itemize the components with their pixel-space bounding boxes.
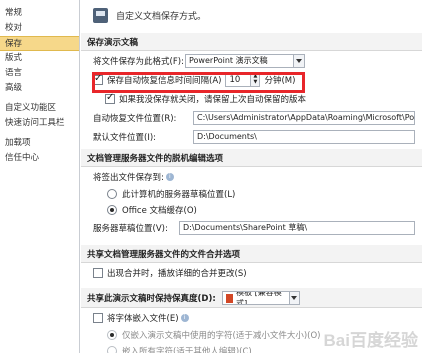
sidebar-item-trust-center[interactable]: 信任中心 [0,151,79,166]
merge-label: 出现合并时，播放详细的合并更改(S) [107,268,247,279]
info-icon: i [165,172,174,181]
drafts-location-input[interactable]: D:\Documents\SharePoint 草稿\ [179,220,415,235]
merge-checkbox[interactable] [93,267,103,278]
embed-fonts-row: 将字体嵌入文件(E) i [81,308,422,327]
option-server-label: 此计算机的服务器草稿位置(L) [122,190,236,200]
embed-all-label: 嵌入所有字符(适于其他人编辑)(C) [122,347,252,353]
section-title-offline: 文档管理服务器文件的脱机编辑选项 [81,149,422,167]
option-cache-label: Office 文档缓存(O) [122,206,197,216]
embed-fonts-label: 将字体嵌入文件(E) [107,313,179,324]
sidebar-item-quick-access-toolbar[interactable]: 快速访问工具栏 [0,116,79,131]
autorecover-location-label: 自动恢复文件位置(R): [93,113,177,124]
keep-last-label: 如果我没保存就关闭，请保留上次自动保留的版本 [119,94,307,105]
save-options-panel: 自定义文档保存方式。 保存演示文稿 将文件保存为此格式(F): PowerPoi… [81,0,422,353]
drafts-location-row: 服务器草稿位置(V): D:\Documents\SharePoint 草稿\ [81,218,422,237]
save-to-label: 将签出文件保存到: [93,172,164,183]
section-title-merge: 共享文档管理服务器文件的文件合并选项 [81,245,422,263]
powerpoint-doc-icon [225,293,234,303]
fidelity-select[interactable]: 模板 [兼容模式] [221,291,300,305]
panel-header-text: 自定义文档保存方式。 [116,11,207,22]
fidelity-select-value: 模板 [兼容模式] [236,291,282,305]
section-title-save: 保存演示文稿 [81,33,422,51]
sidebar-item-advanced[interactable]: 高级 [0,81,79,96]
panel-header: 自定义文档保存方式。 [81,0,422,30]
radio-server-drafts[interactable] [107,189,117,199]
radio-embed-subset[interactable] [107,330,117,340]
autorecover-location-row: 自动恢复文件位置(R): C:\Users\Administrator\AppD… [81,108,422,127]
options-sidebar: 常规 校对 保存 版式 语言 高级 自定义功能区 快速访问工具栏 加载项 信任中… [0,0,80,353]
section-title-fidelity: 共享此演示文稿时保持保真度(D): 模板 [兼容模式] [81,288,422,308]
option-server-row: 此计算机的服务器草稿位置(L) [81,186,422,202]
chevron-down-icon[interactable] [288,292,299,304]
sidebar-item-proofing[interactable]: 校对 [0,21,79,36]
highlight-annotation [92,72,305,93]
format-select-value: PowerPoint 演示文稿 [189,56,268,65]
autorecover-location-input[interactable]: C:\Users\Administrator\AppData\Roaming\M… [193,110,415,125]
sidebar-item-addins[interactable]: 加载项 [0,136,79,151]
merge-row: 出现合并时，播放详细的合并更改(S) [81,263,422,282]
embed-fonts-checkbox[interactable] [93,312,103,323]
format-row: 将文件保存为此格式(F): PowerPoint 演示文稿 [81,51,422,70]
format-select[interactable]: PowerPoint 演示文稿 [185,53,305,68]
format-label: 将文件保存为此格式(F): [93,56,184,67]
sidebar-item-language[interactable]: 语言 [0,66,79,81]
embed-subset-label: 仅嵌入演示文稿中使用的字符(适于减小文件大小)(O) [122,331,321,341]
keep-last-checkbox[interactable] [105,92,115,104]
chevron-down-icon[interactable] [293,54,304,67]
info-icon: i [180,313,189,322]
default-location-label: 默认文件位置(I): [93,132,157,143]
radio-embed-all[interactable] [107,346,117,353]
save-to-row: 将签出文件保存到: i [81,167,422,186]
default-location-row: 默认文件位置(I): D:\Documents\ [81,127,422,146]
sidebar-item-save[interactable]: 保存 [0,36,79,51]
sidebar-item-general[interactable]: 常规 [0,6,79,21]
fidelity-label: 共享此演示文稿时保持保真度(D): [87,294,216,304]
baidu-watermark: Bai百度经验 [323,331,418,350]
radio-office-cache[interactable] [107,205,117,215]
drafts-location-label: 服务器草稿位置(V): [93,223,168,234]
sidebar-item-layout[interactable]: 版式 [0,51,79,66]
sidebar-item-customize-ribbon[interactable]: 自定义功能区 [0,101,79,116]
default-location-input[interactable]: D:\Documents\ [193,129,415,144]
save-disk-icon [93,7,108,23]
option-cache-row: Office 文档缓存(O) [81,202,422,218]
